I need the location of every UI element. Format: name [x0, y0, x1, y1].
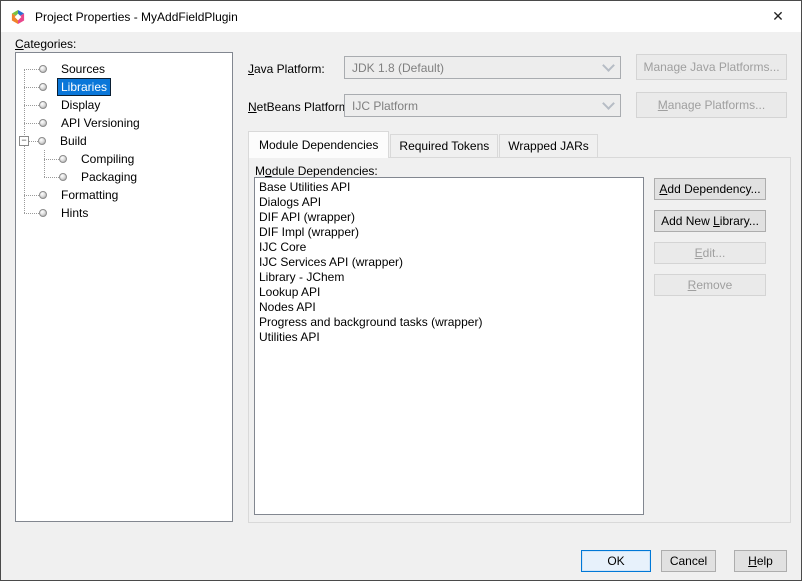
category-node-icon: [38, 137, 46, 145]
tree-connector: [44, 177, 59, 178]
ok-button-label: OK: [607, 554, 624, 568]
dependency-action-button[interactable]: Remove: [654, 274, 766, 296]
category-node-icon: [39, 65, 47, 73]
tab[interactable]: Wrapped JARs: [499, 134, 597, 158]
tab-label: Wrapped JARs: [508, 139, 588, 153]
netbeans-platform-select[interactable]: IJC Platform: [344, 94, 621, 117]
cancel-button[interactable]: Cancel: [661, 550, 716, 572]
dependency-list-item[interactable]: Dialogs API: [255, 195, 643, 210]
dependency-action-label: Add New Library...: [661, 214, 759, 228]
tab-label: Required Tokens: [399, 139, 489, 153]
tree-connector: [24, 195, 39, 196]
netbeans-platform-label: NetBeans Platform:: [248, 100, 352, 114]
window-title: Project Properties - MyAddFieldPlugin: [35, 10, 238, 24]
dependency-action-button[interactable]: Add New Library...: [654, 210, 766, 232]
categories-tree: Sources Libraries Display API Versioni: [15, 52, 233, 522]
dependency-list-item[interactable]: Nodes API: [255, 300, 643, 315]
module-dependencies-label: Module Dependencies:: [255, 164, 378, 178]
close-icon: ✕: [772, 8, 784, 25]
dependency-list-item[interactable]: Progress and background tasks (wrapper): [255, 315, 643, 330]
tree-connector: [24, 87, 39, 88]
tree-item[interactable]: Libraries: [16, 78, 232, 96]
tree-item[interactable]: Formatting: [16, 186, 232, 204]
manage-java-platforms-label: Manage Java Platforms...: [643, 60, 779, 74]
help-button-label: Help: [748, 554, 773, 568]
tree-item[interactable]: − Build: [16, 132, 232, 150]
dependency-action-button[interactable]: Edit...: [654, 242, 766, 264]
netbeans-platform-value: IJC Platform: [352, 99, 418, 113]
tree-connector: [24, 123, 39, 124]
tab[interactable]: Required Tokens: [390, 134, 498, 158]
category-node-icon: [39, 101, 47, 109]
dependency-action-label: Add Dependency...: [659, 182, 760, 196]
chevron-down-icon: [602, 97, 615, 110]
tree-connector: [29, 141, 38, 142]
category-node-icon: [39, 209, 47, 217]
tree-connector: [44, 159, 59, 160]
tree-item[interactable]: Display: [16, 96, 232, 114]
dependency-list-item[interactable]: IJC Core: [255, 240, 643, 255]
java-platform-value: JDK 1.8 (Default): [352, 61, 444, 75]
tree-item-label: Sources: [58, 61, 108, 77]
tree-item-label: Formatting: [58, 187, 121, 203]
dependency-list-item[interactable]: Library - JChem: [255, 270, 643, 285]
tab-bar: Module Dependencies Required Tokens Wrap…: [248, 131, 599, 158]
tree-item-label: Packaging: [78, 169, 140, 185]
tree-connector: [24, 69, 39, 70]
dependency-list-item[interactable]: DIF Impl (wrapper): [255, 225, 643, 240]
category-node-icon: [39, 119, 47, 127]
tree-connector: [24, 213, 39, 214]
category-node-icon: [39, 191, 47, 199]
ok-button[interactable]: OK: [581, 550, 651, 572]
project-properties-dialog: Project Properties - MyAddFieldPlugin ✕ …: [0, 0, 802, 581]
tab-label: Module Dependencies: [259, 138, 378, 152]
tree-item-label: Build: [57, 133, 90, 149]
tree-item[interactable]: Compiling: [16, 150, 232, 168]
tree-item-label: Display: [58, 97, 103, 113]
manage-platforms-button[interactable]: Manage Platforms...: [636, 92, 787, 118]
tree-item[interactable]: Hints: [16, 204, 232, 222]
netbeans-logo-icon: [10, 9, 26, 25]
close-button[interactable]: ✕: [755, 1, 801, 32]
category-node-icon: [59, 155, 67, 163]
categories-label: Categories:: [15, 37, 76, 51]
dependency-action-label: Remove: [688, 278, 733, 292]
category-node-icon: [59, 173, 67, 181]
help-button[interactable]: Help: [734, 550, 787, 572]
module-dependencies-panel: Module Dependencies: Base Utilities API …: [248, 157, 791, 523]
tree-item[interactable]: Sources: [16, 60, 232, 78]
tab[interactable]: Module Dependencies: [248, 131, 389, 158]
dependency-list-item[interactable]: Base Utilities API: [255, 180, 643, 195]
cancel-button-label: Cancel: [670, 554, 707, 568]
tree-item-label: Hints: [58, 205, 91, 221]
dependency-list-item[interactable]: IJC Services API (wrapper): [255, 255, 643, 270]
collapse-expander-icon[interactable]: −: [19, 136, 29, 146]
dependency-list-item[interactable]: Lookup API: [255, 285, 643, 300]
tree-connector: [24, 105, 39, 106]
manage-platforms-label: Manage Platforms...: [658, 98, 765, 112]
dependency-list-item[interactable]: Utilities API: [255, 330, 643, 345]
dependency-action-button[interactable]: Add Dependency...: [654, 178, 766, 200]
tree-item-label: Libraries: [58, 79, 110, 95]
manage-java-platforms-button[interactable]: Manage Java Platforms...: [636, 54, 787, 80]
tree-item-label: API Versioning: [58, 115, 143, 131]
tree-item[interactable]: Packaging: [16, 168, 232, 186]
title-bar: Project Properties - MyAddFieldPlugin ✕: [1, 1, 801, 32]
dependency-buttons: Add Dependency... Add New Library... Edi…: [654, 178, 766, 306]
dependency-list-item[interactable]: DIF API (wrapper): [255, 210, 643, 225]
java-platform-label: Java Platform:: [248, 62, 325, 76]
tree-item[interactable]: API Versioning: [16, 114, 232, 132]
tree-item-label: Compiling: [78, 151, 137, 167]
dependency-action-label: Edit...: [695, 246, 726, 260]
category-node-icon: [39, 83, 47, 91]
java-platform-select[interactable]: JDK 1.8 (Default): [344, 56, 621, 79]
module-dependencies-list: Base Utilities API Dialogs API DIF API (…: [254, 177, 644, 515]
chevron-down-icon: [602, 59, 615, 72]
